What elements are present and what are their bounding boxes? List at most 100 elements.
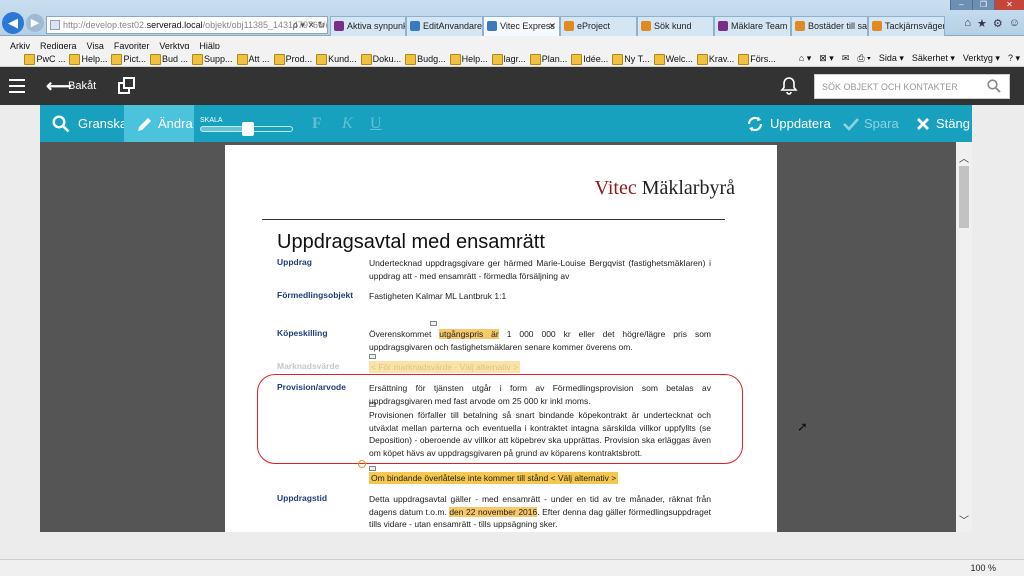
section-option[interactable]: < För marknadsvärde - Välj alternativ > — [369, 361, 711, 374]
field-marker-icon[interactable] — [369, 466, 376, 471]
favorite-link[interactable]: lagr... — [491, 50, 526, 66]
hamburger-menu-icon[interactable] — [9, 79, 25, 93]
favorite-link[interactable]: Budg... — [405, 50, 446, 66]
minimize-icon[interactable]: – — [950, 0, 972, 10]
smiley-icon[interactable]: ☺ — [1009, 17, 1020, 30]
section-text[interactable]: Fastigheten Kalmar ML Lantbruk 1:1 — [369, 290, 711, 303]
browser-tab[interactable]: Vitec Express ✕ — [483, 16, 560, 36]
ie-tool-sakerhet[interactable]: Säkerhet ▾ — [912, 49, 955, 66]
browser-forward-button[interactable]: ▶ — [26, 14, 44, 32]
update-label: Uppdatera — [770, 116, 831, 131]
back-button[interactable]: ⟵ Bakåt — [46, 75, 96, 97]
section-label: Marknadsvärde — [277, 361, 340, 371]
url-prefix: http://develop.test02. — [63, 20, 147, 30]
field-marker-icon[interactable] — [369, 354, 376, 359]
favorite-link[interactable]: Pict... — [111, 50, 146, 66]
address-controls-icon[interactable]: ρ ▾ ✕ ↻ — [293, 17, 325, 33]
search-icon[interactable] — [987, 79, 1001, 93]
print-icon[interactable]: ⎙ ▾ — [857, 49, 870, 66]
tab-label: Aktiva synpunkt... — [347, 21, 405, 31]
app-header: ⟵ Bakåt — [0, 67, 1024, 105]
choose-option-field[interactable]: Om bindande överlåtelse inte kommer till… — [369, 472, 619, 484]
window-close-icon[interactable]: ✕ — [994, 0, 1024, 10]
tab-label: Tackjärnsvägen... — [885, 21, 944, 31]
field-marker-icon[interactable] — [430, 321, 437, 326]
favorite-link[interactable]: Krav... — [696, 50, 734, 66]
favorite-link[interactable]: Att ... — [236, 50, 270, 66]
scrollbar-thumb[interactable] — [959, 166, 969, 228]
document-scrollbar[interactable]: ︿ ﹀ — [956, 142, 972, 532]
granska-button[interactable]: Granska — [40, 105, 128, 142]
browser-back-button[interactable]: ◀ — [2, 12, 24, 34]
bell-icon[interactable] — [779, 76, 799, 96]
tab-close-icon[interactable]: ✕ — [548, 17, 556, 35]
section-text[interactable]: Undertecknad uppdragsgivare ger härmed M… — [369, 257, 711, 282]
browser-tab[interactable]: Mäklare Team 2... — [714, 16, 791, 36]
granska-label: Granska — [78, 116, 128, 131]
tab-favicon-icon — [334, 21, 344, 31]
close-button[interactable]: Stäng — [916, 105, 972, 142]
browser-tab[interactable]: Aktiva synpunkt... — [330, 16, 406, 36]
help-icon[interactable]: ? ▾ — [1008, 49, 1020, 66]
feeds-icon[interactable]: ⊠ ▾ — [819, 49, 834, 66]
scale-slider-thumb[interactable] — [242, 122, 255, 136]
bold-button[interactable]: F — [312, 105, 322, 142]
scroll-down-icon[interactable]: ﹀ — [956, 512, 972, 527]
favorite-link[interactable]: PwC ... — [24, 50, 65, 66]
favorite-link[interactable]: Doku... — [360, 50, 401, 66]
favorite-link[interactable]: Idée... — [571, 50, 608, 66]
section-label: Förmedlingsobjekt — [277, 290, 354, 300]
zoom-level[interactable]: 100 % — [970, 560, 996, 576]
section-text[interactable]: Detta uppdragsavtal gäller - med ensamrä… — [369, 493, 711, 531]
ie-tool-sida[interactable]: Sida ▾ — [879, 49, 904, 66]
mail-icon[interactable]: ✉ — [842, 49, 850, 66]
editor-toolbar: Granska Ändra SKALA F K U Uppdatera Spar… — [40, 105, 972, 142]
highlighted-field[interactable]: utgångspris är — [439, 329, 499, 339]
favorite-link[interactable]: Bud ... — [150, 50, 188, 66]
document-viewport: Vitec Mäklarbyrå Uppdragsavtal med ensam… — [40, 142, 972, 532]
choose-option-field[interactable]: < För marknadsvärde - Välj alternativ > — [369, 361, 520, 373]
menu-bar: Arkiv Redigera Visa Favoriter Verktyg Hjälp — [0, 36, 1024, 51]
highlighted-field[interactable]: den 22 november 2016 — [449, 506, 538, 517]
tab-label: EditAnvandare |... — [423, 21, 483, 31]
andra-label: Ändra — [158, 116, 193, 131]
favorite-link[interactable]: Plan... — [529, 50, 567, 66]
browser-tab[interactable]: EditAnvandare |... — [406, 16, 483, 36]
section-text[interactable]: Överenskommet utgångspris är 1 000 000 k… — [369, 328, 711, 353]
home-icon[interactable]: ⌂ — [964, 17, 971, 30]
browser-tab[interactable]: Bostäder till sal... — [791, 16, 868, 36]
ie-tool-verktyg[interactable]: Verktyg ▾ — [963, 49, 1000, 66]
section-option[interactable]: Om bindande överlåtelse inte kommer till… — [369, 472, 711, 485]
skala-label: SKALA — [200, 117, 223, 124]
search-icon — [52, 115, 70, 133]
address-bar[interactable]: http://develop.test02.serverad.local/obj… — [46, 16, 328, 34]
favorites-star-icon[interactable]: ★ — [977, 17, 987, 30]
home-page-icon[interactable]: ⌂ ▾ — [799, 49, 811, 66]
favorite-link[interactable]: Ny T... — [612, 50, 650, 66]
favorite-link[interactable]: Welc... — [653, 50, 693, 66]
favorite-link[interactable]: Prod... — [273, 50, 312, 66]
scale-slider[interactable] — [200, 122, 293, 136]
settings-gear-icon[interactable]: ⚙ — [993, 17, 1003, 30]
favorite-link[interactable]: Help... — [69, 50, 107, 66]
underline-button[interactable]: U — [370, 105, 382, 142]
browser-tab[interactable]: eProject — [560, 16, 637, 36]
browser-titlebar: – ❐ ✕ ◀ ▶ http://develop.test02.serverad… — [0, 0, 1024, 36]
restore-icon[interactable]: ❐ — [972, 0, 994, 10]
anchor-dot-icon[interactable] — [358, 460, 366, 468]
search-input[interactable] — [815, 75, 985, 98]
italic-button[interactable]: K — [342, 105, 353, 142]
favorite-link[interactable]: Kund... — [316, 50, 357, 66]
browser-tab[interactable]: Tackjärnsvägen... — [868, 16, 945, 36]
favorite-link[interactable]: Supp... — [192, 50, 233, 66]
section-label: Köpeskilling — [277, 328, 328, 338]
favorite-link[interactable]: Help... — [449, 50, 488, 66]
copy-icon[interactable] — [118, 77, 136, 95]
favorite-link[interactable]: Förs... — [738, 50, 776, 66]
save-button[interactable]: Spara — [842, 105, 912, 142]
tab-label: Sök kund — [654, 21, 692, 31]
update-button[interactable]: Uppdatera — [746, 105, 834, 142]
browser-tab[interactable]: Sök kund — [637, 16, 714, 36]
andra-button[interactable]: Ändra — [124, 105, 194, 142]
scroll-up-icon[interactable]: ︿ — [956, 150, 972, 165]
